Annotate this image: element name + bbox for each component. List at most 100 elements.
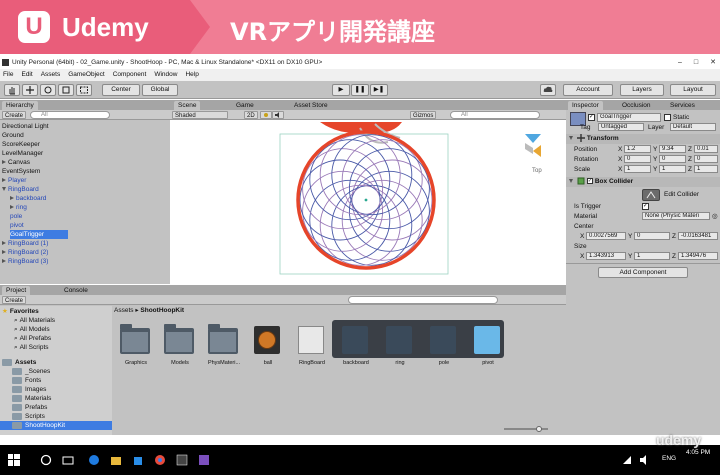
folder-shoothoopkit[interactable]: ShootHoopKit bbox=[0, 421, 112, 430]
hierarchy-item-directional-light[interactable]: Directional Light bbox=[2, 122, 49, 131]
space-toggle[interactable]: Global bbox=[142, 84, 178, 96]
folder-scenes[interactable]: _Scenes bbox=[12, 367, 50, 376]
hierarchy-search-input[interactable]: All bbox=[30, 111, 110, 119]
zoom-slider-thumb[interactable] bbox=[536, 426, 542, 432]
scene-2d-toggle[interactable]: 2D bbox=[244, 111, 258, 119]
scene-viewport[interactable]: Top bbox=[170, 120, 566, 284]
rotation-x-field[interactable]: 0 bbox=[624, 155, 651, 163]
active-checkbox[interactable]: ✓ bbox=[588, 114, 595, 121]
menu-component[interactable]: Component bbox=[113, 69, 147, 81]
hierarchy-item-backboard[interactable]: backboard bbox=[10, 194, 46, 203]
transform-header[interactable]: Transform bbox=[566, 134, 720, 144]
hierarchy-item-goaltrigger[interactable]: GoalTrigger bbox=[10, 230, 69, 239]
hierarchy-item-scorekeeper[interactable]: ScoreKeeper bbox=[2, 140, 40, 149]
hierarchy-item-ringboard-3[interactable]: RingBoard (3) bbox=[2, 257, 48, 266]
tab-services[interactable]: Services bbox=[666, 101, 699, 110]
tab-project[interactable]: Project bbox=[2, 286, 31, 295]
center-x-field[interactable]: 0.0027569 bbox=[586, 232, 626, 240]
pause-button[interactable]: ❚❚ bbox=[351, 84, 369, 96]
chrome-icon[interactable] bbox=[154, 454, 166, 466]
folder-materials[interactable]: Materials bbox=[12, 394, 51, 403]
rect-tool-button[interactable] bbox=[76, 84, 92, 96]
center-z-field[interactable]: -0.0163481 bbox=[678, 232, 718, 240]
hierarchy-create-button[interactable]: Create bbox=[2, 111, 27, 119]
material-picker-icon[interactable]: ◎ bbox=[712, 212, 718, 220]
play-button[interactable]: ▶ bbox=[332, 84, 350, 96]
menu-edit[interactable]: Edit bbox=[21, 69, 32, 81]
account-dropdown[interactable]: Account bbox=[563, 84, 613, 96]
maximize-button[interactable]: □ bbox=[694, 56, 698, 69]
taskbar-clock[interactable]: 4:05 PM bbox=[686, 449, 710, 456]
project-search-input[interactable] bbox=[348, 296, 498, 304]
asset-ring[interactable]: ring bbox=[378, 320, 422, 370]
add-component-button[interactable]: Add Component bbox=[598, 267, 688, 278]
box-collider-header[interactable]: ✓ Box Collider bbox=[566, 177, 720, 187]
rotate-tool-button[interactable] bbox=[40, 84, 56, 96]
minimize-button[interactable]: – bbox=[678, 56, 682, 69]
tab-game[interactable]: Game bbox=[232, 101, 258, 110]
breadcrumb-current[interactable]: ShootHoopKit bbox=[140, 307, 184, 314]
asset-ball[interactable]: ball bbox=[246, 320, 290, 370]
hand-tool-button[interactable] bbox=[4, 84, 20, 96]
size-x-field[interactable]: 1.343913 bbox=[586, 252, 626, 260]
rotation-y-field[interactable]: 0 bbox=[659, 155, 686, 163]
folder-images[interactable]: Images bbox=[12, 385, 46, 394]
favorite-all-materials[interactable]: ⌕ All Materials bbox=[14, 316, 55, 325]
size-y-field[interactable]: 1 bbox=[634, 252, 670, 260]
edit-collider-button[interactable] bbox=[642, 189, 660, 201]
hierarchy-item-ground[interactable]: Ground bbox=[2, 131, 24, 140]
scene-audio-toggle[interactable] bbox=[272, 111, 284, 119]
edge-icon[interactable] bbox=[88, 454, 100, 466]
layers-dropdown[interactable]: Layers bbox=[620, 84, 664, 96]
menu-gameobject[interactable]: GameObject bbox=[68, 69, 105, 81]
hierarchy-item-pivot[interactable]: pivot bbox=[10, 221, 24, 230]
is-trigger-checkbox[interactable]: ✓ bbox=[642, 203, 649, 210]
center-y-field[interactable]: 0 bbox=[634, 232, 670, 240]
menu-assets[interactable]: Assets bbox=[41, 69, 61, 81]
visual-studio-icon[interactable] bbox=[198, 454, 210, 466]
menu-file[interactable]: File bbox=[3, 69, 13, 81]
cortana-icon[interactable] bbox=[40, 454, 52, 466]
windows-start-icon[interactable] bbox=[8, 454, 20, 466]
input-language[interactable]: ENG bbox=[662, 455, 676, 462]
hierarchy-item-levelmanager[interactable]: LevelManager bbox=[2, 149, 43, 158]
hierarchy-item-eventsystem[interactable]: EventSystem bbox=[2, 167, 40, 176]
material-field[interactable]: None (Physic Materi bbox=[642, 212, 710, 220]
expand-arrow-icon[interactable] bbox=[2, 160, 6, 165]
tab-scene[interactable]: Scene bbox=[174, 101, 201, 110]
size-z-field[interactable]: 1.349476 bbox=[678, 252, 718, 260]
scale-z-field[interactable]: 1 bbox=[694, 165, 718, 173]
scale-tool-button[interactable] bbox=[58, 84, 74, 96]
position-z-field[interactable]: 0.01 bbox=[694, 145, 718, 153]
shading-mode-dropdown[interactable]: Shaded bbox=[172, 111, 228, 119]
assets-root[interactable]: Assets bbox=[2, 358, 36, 367]
move-tool-button[interactable] bbox=[22, 84, 38, 96]
layer-dropdown[interactable]: Default bbox=[670, 123, 716, 131]
asset-backboard[interactable]: backboard bbox=[334, 320, 378, 370]
asset-models[interactable]: Models bbox=[158, 320, 202, 370]
scale-x-field[interactable]: 1 bbox=[624, 165, 651, 173]
scene-lighting-toggle[interactable] bbox=[260, 111, 272, 119]
hierarchy-item-pole[interactable]: pole bbox=[10, 212, 22, 221]
layout-dropdown[interactable]: Layout bbox=[670, 84, 716, 96]
gizmos-dropdown[interactable]: Gizmos bbox=[410, 111, 437, 119]
hierarchy-item-ring[interactable]: ring bbox=[10, 203, 27, 212]
position-x-field[interactable]: 1.2 bbox=[624, 145, 651, 153]
rotation-z-field[interactable]: 0 bbox=[694, 155, 718, 163]
object-name-field[interactable]: GoalTrigger bbox=[597, 113, 661, 122]
static-checkbox[interactable] bbox=[664, 114, 671, 121]
menu-help[interactable]: Help bbox=[185, 69, 198, 81]
breadcrumb-assets[interactable]: Assets bbox=[114, 307, 134, 314]
collapse-arrow-icon[interactable] bbox=[2, 187, 6, 192]
asset-physmateri[interactable]: PhysMateri... bbox=[202, 320, 246, 370]
volume-icon[interactable] bbox=[640, 455, 650, 465]
asset-pole[interactable]: pole bbox=[422, 320, 466, 370]
hierarchy-item-ringboard-1[interactable]: RingBoard (1) bbox=[2, 239, 48, 248]
close-button[interactable]: ✕ bbox=[710, 56, 716, 69]
step-button[interactable]: ▶❚ bbox=[370, 84, 388, 96]
unity-taskbar-icon[interactable] bbox=[176, 454, 188, 466]
project-create-button[interactable]: Create bbox=[2, 296, 27, 304]
folder-prefabs[interactable]: Prefabs bbox=[12, 403, 47, 412]
pivot-toggle[interactable]: Center bbox=[102, 84, 140, 96]
explorer-icon[interactable] bbox=[110, 454, 122, 466]
